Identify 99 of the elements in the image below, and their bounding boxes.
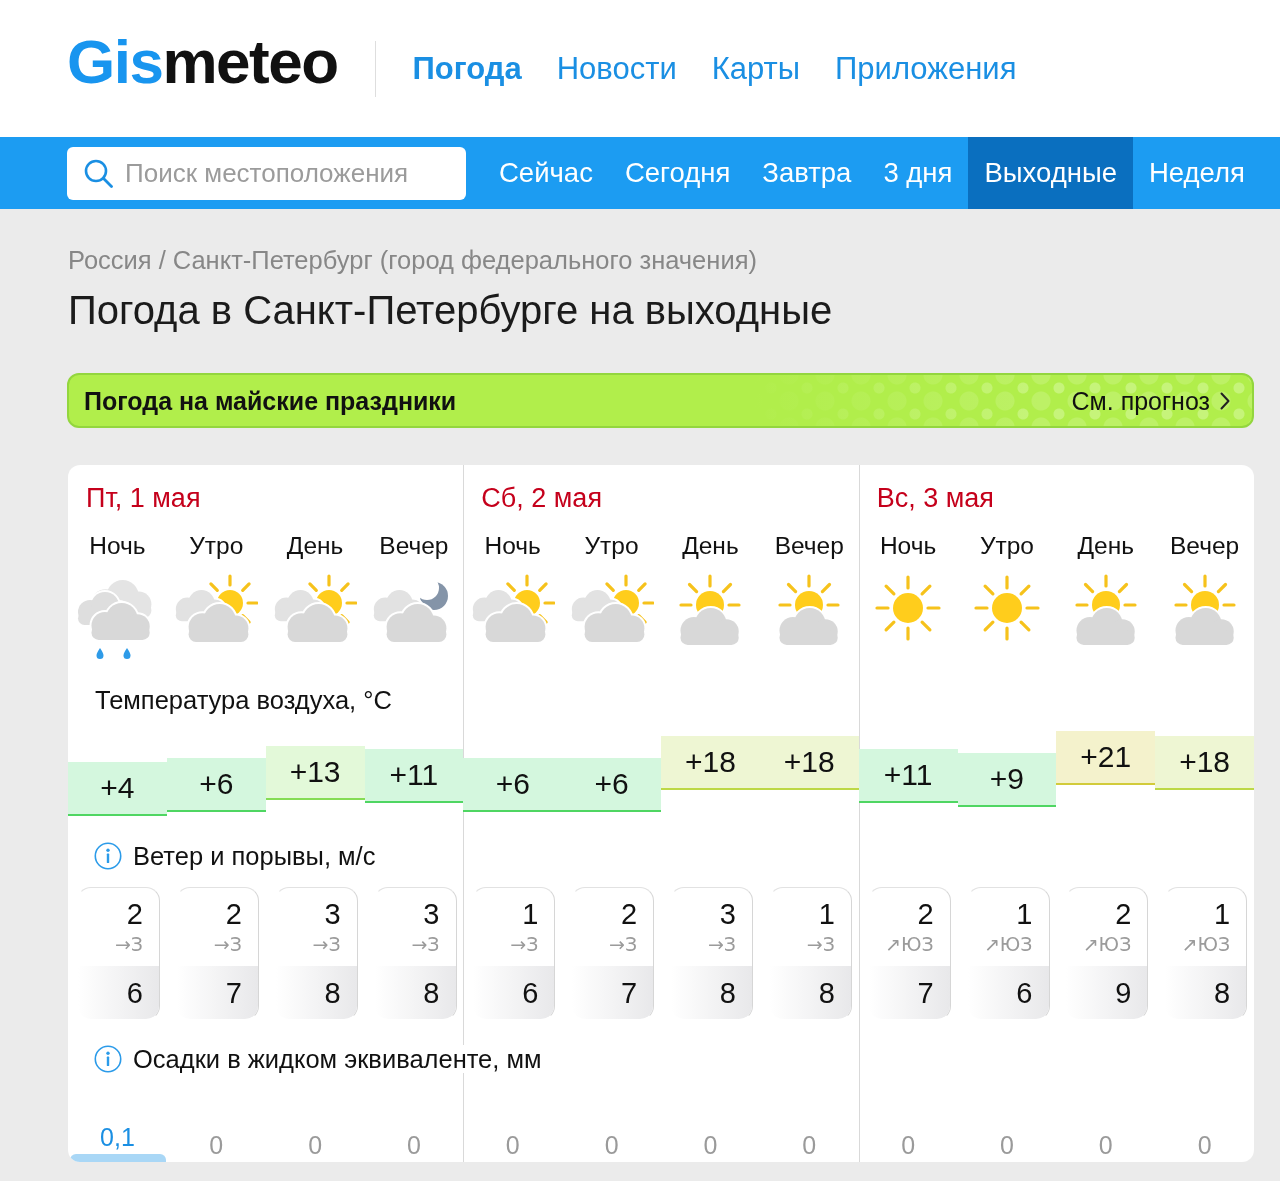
wind-direction: ↗ЮЗ — [1082, 932, 1132, 956]
precipitation-value: 0 — [604, 1132, 619, 1158]
temperature-bar: +9 — [957, 753, 1057, 807]
period-label: Ночь — [484, 532, 541, 560]
wind-speed: 2 — [225, 899, 242, 929]
breadcrumb-link[interactable]: Россия — [68, 245, 152, 275]
wind-speed: 1 — [522, 899, 539, 929]
nav-link[interactable]: Приложения — [835, 49, 1017, 88]
wind-gust: 9 — [1115, 977, 1132, 1008]
wind-gust: 6 — [126, 977, 143, 1008]
wind-direction: ↗ЮЗ — [983, 932, 1033, 956]
temperature-bar: +11 — [858, 749, 958, 803]
promo-banner[interactable]: Погода на майские праздники См. прогноз — [67, 373, 1254, 428]
temperature-bar: +13 — [265, 746, 365, 800]
nav-tab[interactable]: Неделя — [1133, 137, 1261, 209]
wind-speed: 3 — [324, 899, 341, 929]
wind-gust: 7 — [917, 977, 934, 1008]
logo[interactable]: Gismeteo — [67, 30, 338, 93]
nav-link[interactable]: Карты — [711, 49, 801, 88]
nav-tab[interactable]: Выходные — [968, 137, 1133, 209]
period-label: Вечер — [774, 532, 844, 560]
nav-tab[interactable]: Сейчас — [483, 137, 609, 209]
period-label: День — [682, 532, 739, 560]
nav-link[interactable]: Погода — [412, 49, 522, 88]
forecast-link[interactable]: См. прогноз — [1071, 385, 1230, 416]
precipitation-value: 0 — [308, 1132, 323, 1158]
period-label: Вечер — [1170, 532, 1240, 560]
precipitation-value: 0 — [1098, 1132, 1113, 1158]
precipitation-value: 0 — [999, 1132, 1014, 1158]
precipitation-value: 0 — [505, 1132, 520, 1158]
wind-direction: ↗ЮЗ — [885, 932, 934, 956]
day-date: Вс, 3 мая — [876, 483, 994, 513]
precipitation-value: 0,1 — [100, 1124, 135, 1150]
wind-speed: 2 — [126, 899, 143, 929]
temperature-bar: +21 — [1056, 731, 1156, 785]
nav-link[interactable]: Новости — [556, 49, 677, 88]
info-icon[interactable] — [94, 1045, 122, 1073]
wind-speed: 2 — [621, 899, 638, 929]
wind-direction: ↗ЮЗ — [1181, 932, 1231, 956]
period-label: Утро — [584, 532, 639, 560]
precipitation-value: 0 — [901, 1132, 916, 1158]
period-label: Ночь — [879, 532, 937, 560]
period-label: Утро — [189, 532, 244, 560]
chevron-icon — [1220, 391, 1230, 410]
precipitation-label: Осадки в жидком эквиваленте, мм — [133, 1045, 542, 1073]
wind-speed: 2 — [1115, 899, 1132, 929]
wind-speed: 3 — [719, 899, 736, 929]
search-icon — [84, 158, 113, 188]
precipitation-value: 0 — [406, 1132, 421, 1158]
nav-tab[interactable]: Завтра — [746, 137, 868, 209]
wind-direction: →З — [806, 932, 835, 956]
period-label: Утро — [979, 532, 1034, 560]
temperature-bar: +6 — [166, 758, 266, 812]
precipitation-value: 0 — [1197, 1132, 1212, 1158]
wind-direction: →З — [411, 932, 440, 956]
day-date: Сб, 2 мая — [481, 483, 602, 513]
precipitation-value: 0 — [703, 1132, 718, 1158]
breadcrumb-link[interactable]: Санкт-Петербург (город федерального значения) — [172, 245, 757, 275]
temperature-bar: +18 — [759, 736, 859, 790]
wind-gust: 6 — [522, 977, 539, 1008]
nav-tab[interactable]: 3 дня — [867, 137, 969, 209]
day-date: Пт, 1 мая — [86, 483, 201, 513]
period-label: Ночь — [89, 532, 146, 560]
temperature-bar: +4 — [68, 762, 167, 816]
banner-title: Погода на майские праздники — [84, 385, 457, 416]
breadcrumb-separator: / — [158, 245, 166, 275]
nav-tab[interactable]: Сегодня — [608, 137, 747, 209]
wind-gust: 8 — [719, 977, 736, 1008]
wind-direction: →З — [707, 932, 736, 956]
wind-gust: 8 — [818, 977, 835, 1008]
wind-gust: 8 — [423, 977, 440, 1008]
wind-speed: 1 — [818, 899, 835, 929]
wind-speed: 2 — [917, 899, 934, 929]
wind-gust: 7 — [225, 977, 242, 1008]
temperature-bar: +18 — [661, 736, 760, 790]
precipitation-value: 0 — [209, 1132, 224, 1158]
precipitation-value: 0 — [802, 1132, 817, 1158]
wind-gust: 8 — [324, 977, 341, 1008]
temperature-bar: +18 — [1155, 736, 1254, 790]
period-label: Вечер — [379, 532, 449, 560]
period-label: День — [1077, 532, 1134, 560]
temperature-bar: +11 — [364, 749, 464, 803]
wind-speed: 1 — [1214, 899, 1231, 929]
wind-gust: 8 — [1214, 977, 1231, 1008]
search-field[interactable]: Поиск местоположения — [67, 146, 466, 200]
info-icon[interactable] — [94, 842, 122, 870]
wind-direction: →З — [609, 932, 638, 956]
wind-gust: 7 — [621, 977, 638, 1008]
wind-speed: 1 — [1016, 899, 1033, 929]
wind-speed: 3 — [423, 899, 440, 929]
wind-direction: →З — [114, 932, 143, 956]
temperature-bar: +6 — [463, 758, 563, 812]
wind-direction: →З — [510, 932, 539, 956]
wind-direction: →З — [213, 932, 242, 956]
temperature-bar: +6 — [562, 758, 661, 812]
wind-direction: →З — [312, 932, 341, 956]
wind-gust: 6 — [1016, 977, 1033, 1008]
page-title: Погода в Санкт-Петербурге на выходные — [68, 288, 833, 332]
period-label: День — [286, 532, 344, 560]
